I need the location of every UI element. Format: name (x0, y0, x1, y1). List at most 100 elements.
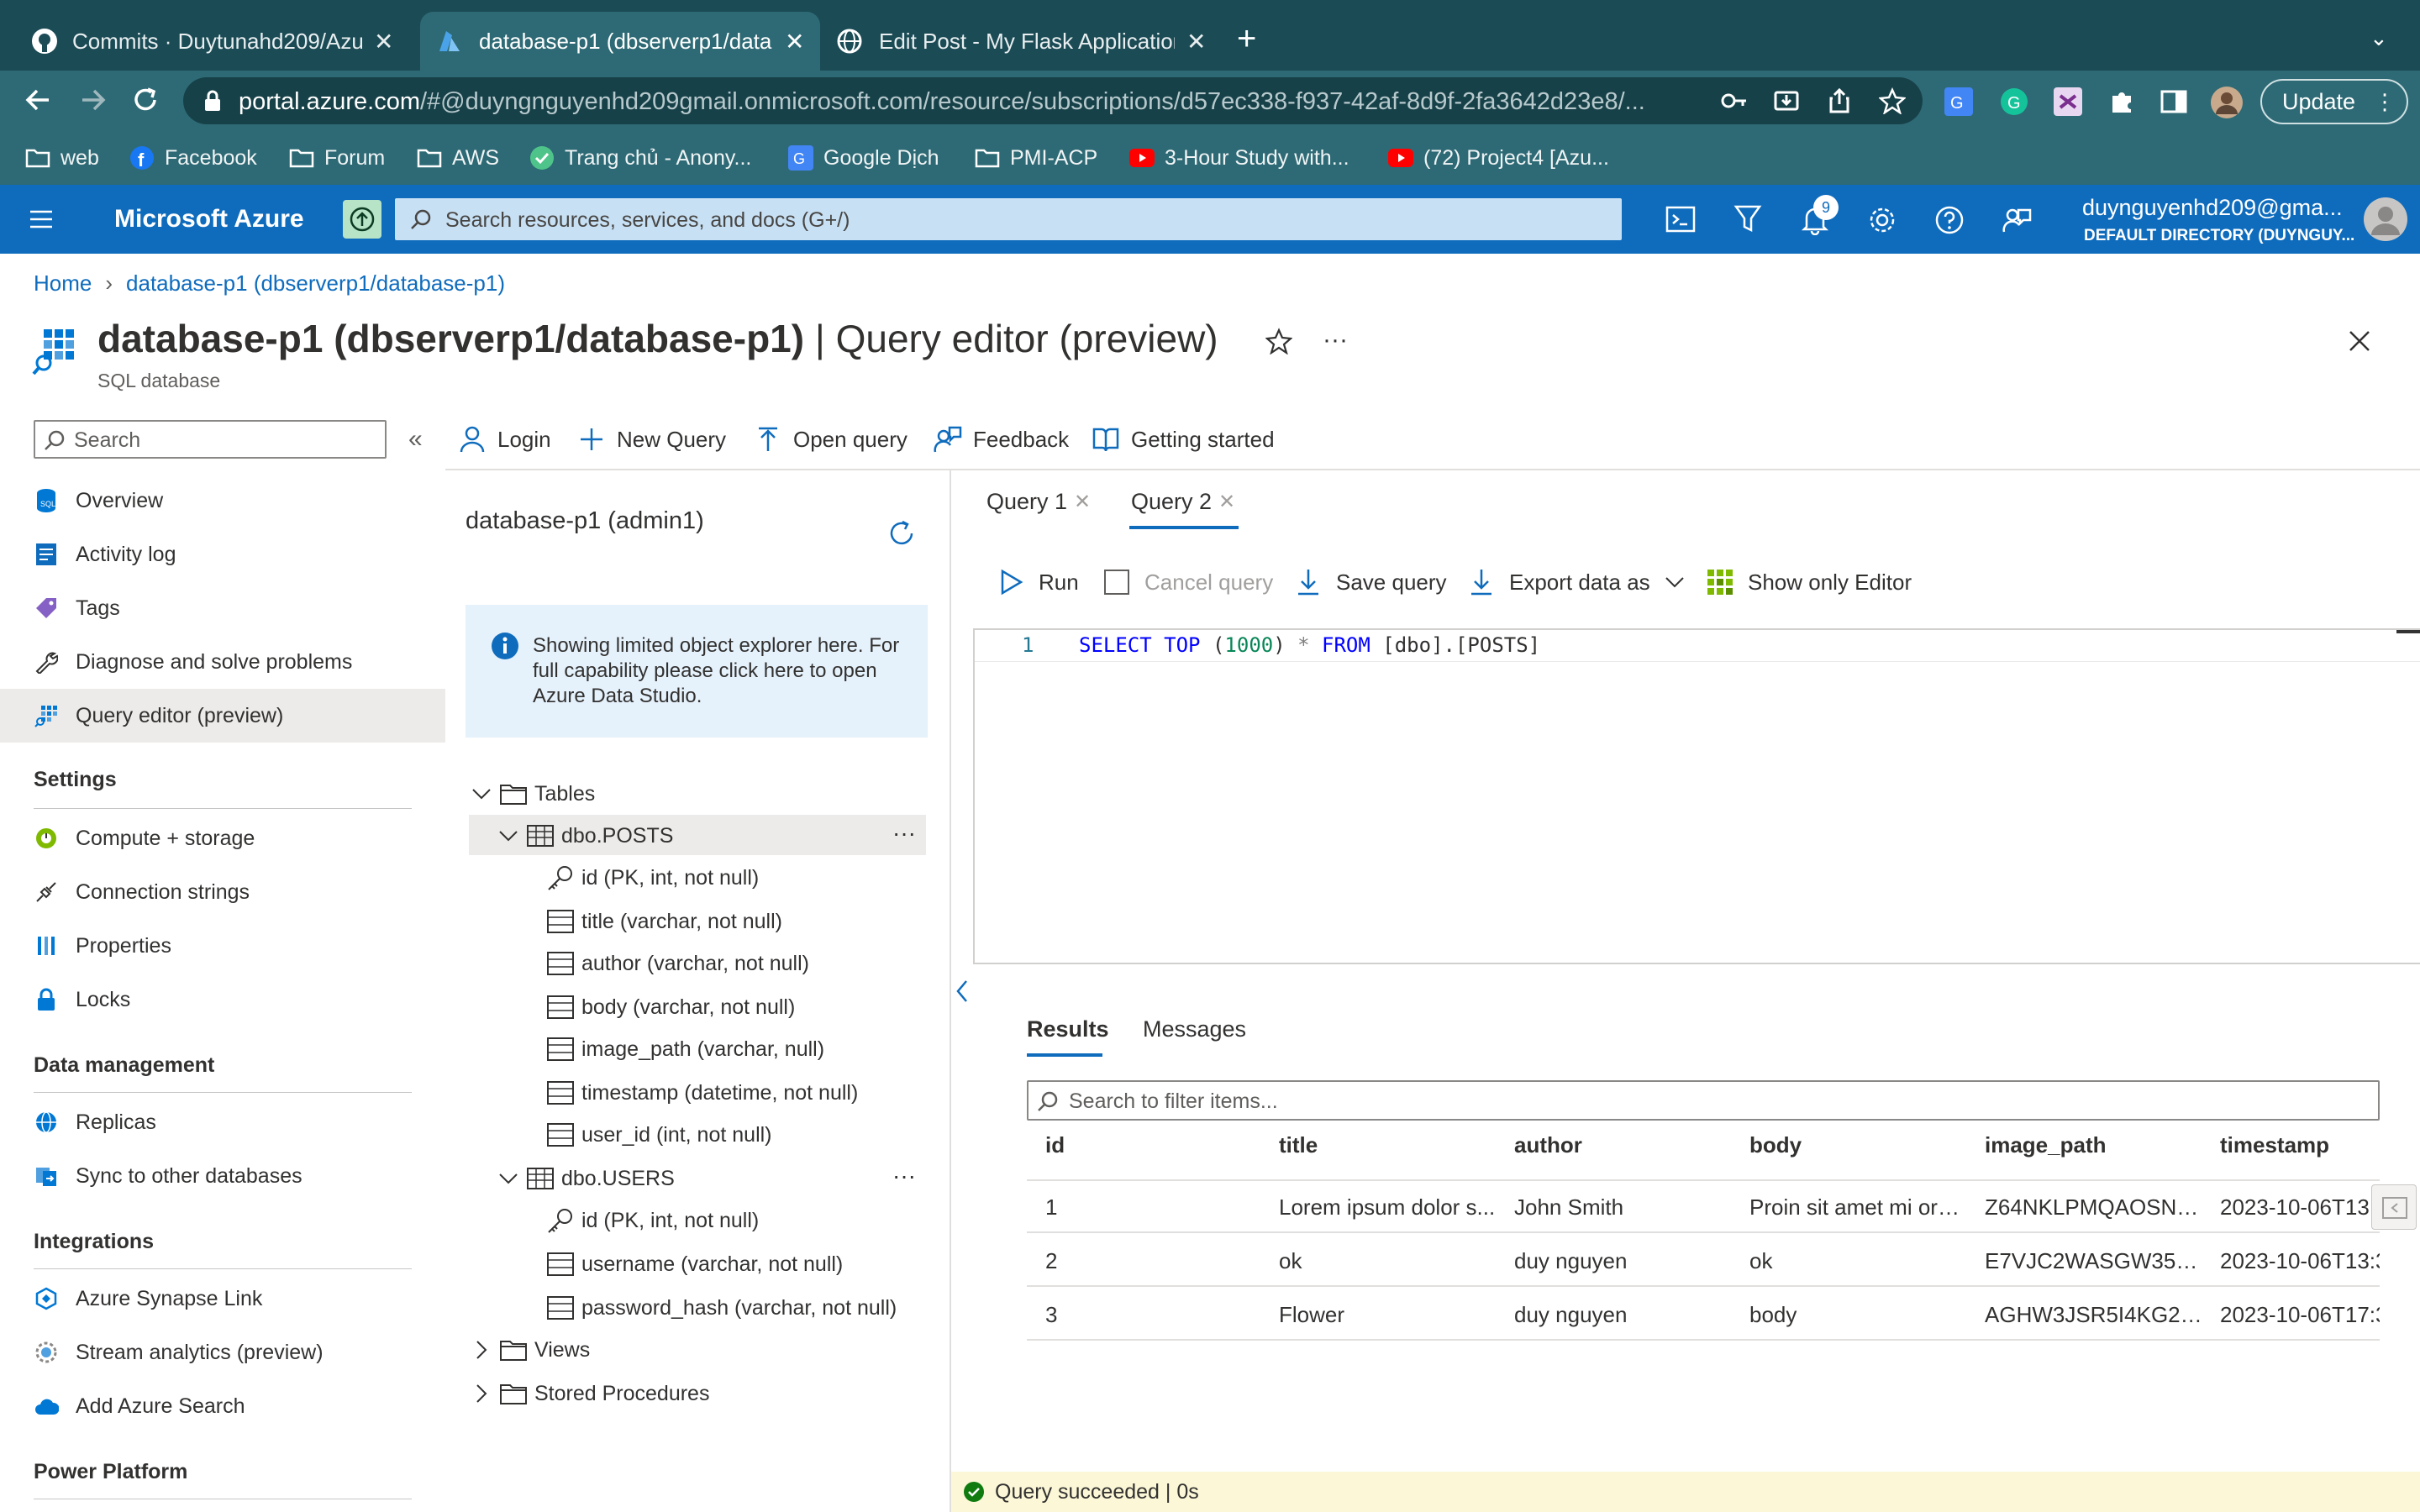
azure-search-input[interactable]: Search resources, services, and docs (G+… (395, 198, 1622, 240)
more-options-icon[interactable]: ··· (892, 1163, 916, 1189)
tree-column-posts-body[interactable]: body (varchar, not null) (546, 988, 795, 1026)
bookmark-pmi-acp[interactable]: PMI-ACP (975, 144, 1097, 171)
tab-results[interactable]: Results (1027, 1016, 1109, 1042)
tree-node-views[interactable]: Views (471, 1331, 590, 1369)
sidebar-item-activity-log[interactable]: Activity log (0, 528, 445, 581)
close-icon[interactable] (2348, 329, 2371, 353)
favorite-star-icon[interactable] (1265, 328, 1292, 354)
bookmark-star-icon[interactable] (1879, 87, 1906, 114)
sidebar-item-overview[interactable]: SQL Overview (0, 474, 445, 528)
browser-tab-commits[interactable]: Commits · Duytunahd209/Azure ✕ (30, 12, 393, 71)
browser-tab-azure[interactable]: database-p1 (dbserverp1/database-p1) ✕ (420, 12, 820, 71)
refresh-icon[interactable] (886, 517, 918, 549)
column-header-body[interactable]: body (1749, 1132, 1802, 1158)
pane-splitter[interactable] (950, 470, 951, 1512)
user-email[interactable]: duynguyenhd209@gma... (2082, 195, 2343, 221)
sidebar-item-query-editor[interactable]: Query editor (preview) (0, 689, 445, 743)
settings-gear-icon[interactable] (1867, 205, 1897, 235)
tree-column-posts-image-path[interactable]: image_path (varchar, null) (546, 1030, 824, 1068)
tree-column-posts-timestamp[interactable]: timestamp (datetime, not null) (546, 1074, 858, 1112)
hamburger-menu-icon[interactable] (29, 208, 54, 230)
bookmark-forum[interactable]: Forum (289, 144, 385, 171)
forward-arrow-icon[interactable] (77, 84, 109, 116)
tab-list-chevron-icon[interactable]: ⌄ (2370, 25, 2388, 51)
tab-close-icon[interactable]: ✕ (1218, 490, 1235, 514)
more-options-icon[interactable]: ··· (1323, 326, 1348, 354)
bookmark-google-dich[interactable]: G Google Dịch (788, 144, 939, 171)
bookmark-project4[interactable]: (72) Project4 [Azu... (1388, 144, 1609, 171)
tab-messages[interactable]: Messages (1143, 1016, 1246, 1042)
column-header-image-path[interactable]: image_path (1985, 1132, 2107, 1158)
new-tab-button[interactable]: + (1237, 22, 1256, 55)
login-button[interactable]: Login (457, 420, 551, 459)
sidebar-item-connection-strings[interactable]: Connection strings (0, 865, 445, 919)
bookmark-study[interactable]: 3-Hour Study with... (1129, 144, 1349, 171)
breadcrumb-current[interactable]: database-p1 (dbserverp1/database-p1) (126, 270, 505, 297)
key-icon[interactable] (1721, 88, 1748, 113)
results-filter-input[interactable]: Search to filter items... (1027, 1080, 2380, 1121)
tree-column-posts-id[interactable]: id (PK, int, not null) (546, 858, 759, 897)
user-directory[interactable]: DEFAULT DIRECTORY (DUYNGUY... (2084, 227, 2354, 245)
cloud-shell-icon[interactable] (1665, 205, 1696, 234)
tree-node-tables[interactable]: Tables (471, 774, 595, 813)
scrollbar-thumb[interactable] (2396, 630, 2420, 633)
tree-column-users-password-hash[interactable]: password_hash (varchar, not null) (546, 1289, 897, 1327)
update-button[interactable]: Update ⋮ (2260, 79, 2408, 124)
bookmark-aws[interactable]: AWS (417, 144, 499, 171)
bookmark-trang-chu[interactable]: Trang chủ - Anony... (529, 144, 751, 171)
sidebar-item-replicas[interactable]: Replicas (0, 1095, 445, 1149)
directory-filter-icon[interactable] (1733, 203, 1763, 235)
install-app-icon[interactable] (1773, 87, 1800, 114)
tree-column-users-username[interactable]: username (varchar, not null) (546, 1245, 843, 1284)
tree-node-dbo-posts[interactable]: dbo.POSTS (497, 816, 673, 855)
bookmark-web[interactable]: web (25, 144, 99, 171)
help-icon[interactable] (1934, 205, 1965, 235)
azure-brand[interactable]: Microsoft Azure (114, 205, 304, 234)
sidebar-item-locks[interactable]: Locks (0, 973, 445, 1026)
sidebar-item-tags[interactable]: Tags (0, 581, 445, 635)
new-query-button[interactable]: New Query (576, 420, 726, 459)
code-editor[interactable]: 1 SELECT TOP (1000) * FROM [dbo].[POSTS] (973, 628, 2420, 964)
collapse-explorer-icon[interactable] (953, 978, 971, 1005)
breadcrumb-home[interactable]: Home (34, 270, 92, 297)
column-header-timestamp[interactable]: timestamp (2220, 1132, 2329, 1158)
save-query-button[interactable]: Save query (1294, 561, 1447, 603)
run-button[interactable]: Run (997, 561, 1079, 603)
sidebar-item-properties[interactable]: Properties (0, 919, 445, 973)
open-query-button[interactable]: Open query (753, 420, 908, 459)
tree-node-stored-procedures[interactable]: Stored Procedures (471, 1374, 709, 1413)
column-header-id[interactable]: id (1045, 1132, 1065, 1158)
tree-column-users-id[interactable]: id (PK, int, not null) (546, 1201, 759, 1240)
browser-tab-flask[interactable]: Edit Post - My Flask Application ✕ (837, 12, 1206, 71)
show-only-editor-button[interactable]: Show only Editor (1706, 561, 1912, 603)
sidebar-item-azure-search[interactable]: Add Azure Search (0, 1379, 445, 1433)
tab-close-icon[interactable]: ✕ (1074, 490, 1091, 514)
sidebar-item-diagnose[interactable]: Diagnose and solve problems (0, 635, 445, 689)
sidebar-item-sync[interactable]: Sync to other databases (0, 1149, 445, 1203)
tree-node-dbo-users[interactable]: dbo.USERS (497, 1159, 675, 1198)
sidebar-item-stream-analytics[interactable]: Stream analytics (preview) (0, 1326, 445, 1379)
collapse-sidebar-icon[interactable]: « (408, 425, 423, 454)
column-header-title[interactable]: title (1279, 1132, 1318, 1158)
tab-close-icon[interactable]: ✕ (785, 28, 804, 55)
sidebar-item-compute-storage[interactable]: Compute + storage (0, 811, 445, 865)
cancel-query-button[interactable]: Cancel query (1102, 561, 1273, 603)
more-options-icon[interactable]: ··· (892, 820, 916, 847)
extension-icon[interactable] (2054, 87, 2082, 116)
profile-avatar[interactable] (2210, 86, 2244, 119)
site-info-icon[interactable] (200, 88, 225, 113)
tab-query-2[interactable]: Query 2 ✕ (1131, 489, 1235, 515)
user-avatar[interactable] (2363, 197, 2408, 242)
sidebar-item-synapse-link[interactable]: Azure Synapse Link (0, 1272, 445, 1326)
back-arrow-icon[interactable] (22, 84, 54, 116)
tree-column-posts-user-id[interactable]: user_id (int, not null) (546, 1116, 772, 1154)
feedback-icon[interactable] (2002, 205, 2032, 235)
tab-query-1[interactable]: Query 1 ✕ (986, 489, 1091, 515)
feedback-button[interactable]: Feedback (933, 420, 1069, 459)
bookmark-facebook[interactable]: f Facebook (129, 144, 257, 171)
tab-close-icon[interactable]: ✕ (1186, 28, 1206, 55)
expand-panel-button[interactable] (2371, 1184, 2417, 1230)
side-panel-icon[interactable] (2160, 87, 2188, 116)
upgrade-icon[interactable] (343, 200, 381, 239)
info-banner[interactable]: Showing limited object explorer here. Fo… (466, 605, 928, 738)
